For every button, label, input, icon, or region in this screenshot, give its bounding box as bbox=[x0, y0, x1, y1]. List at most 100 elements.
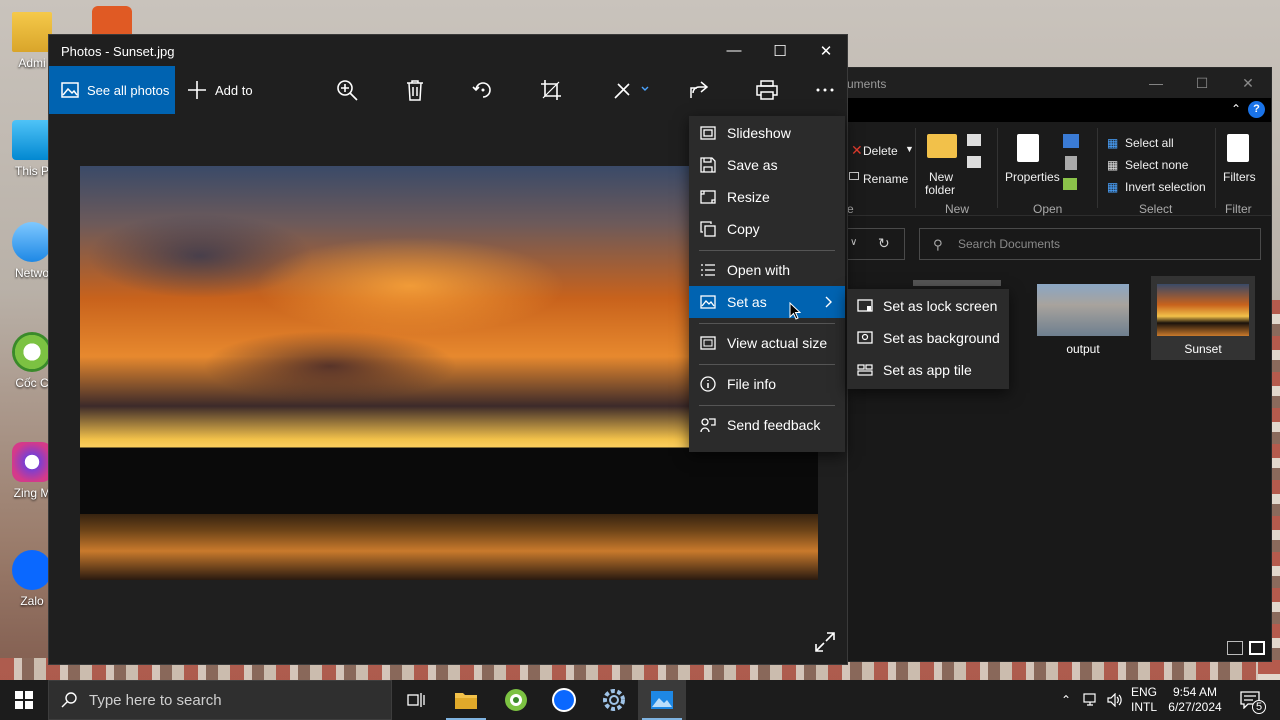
menu-item-view-actual-size[interactable]: View actual size bbox=[689, 327, 845, 359]
explorer-title: uments bbox=[847, 77, 887, 91]
select-none-button[interactable]: Select none bbox=[1125, 158, 1188, 172]
print-button[interactable] bbox=[753, 76, 781, 104]
zalo-icon bbox=[552, 688, 576, 712]
delete-button[interactable] bbox=[401, 76, 429, 104]
feedback-icon bbox=[700, 418, 716, 433]
menu-item-resize[interactable]: Resize bbox=[689, 181, 845, 213]
info-icon bbox=[700, 376, 716, 392]
taskbar-coc-coc[interactable] bbox=[492, 680, 540, 720]
edit-icon[interactable] bbox=[1065, 156, 1077, 170]
refresh-icon[interactable]: ↻ bbox=[878, 235, 890, 252]
submenu-item-lock-screen[interactable]: Set as lock screen bbox=[847, 290, 1009, 322]
select-all-button[interactable]: Select all bbox=[1125, 136, 1174, 150]
zoom-button[interactable] bbox=[333, 76, 361, 104]
see-all-photos-button[interactable]: See all photos bbox=[49, 66, 175, 114]
large-icons-view-icon[interactable] bbox=[1249, 641, 1265, 655]
input-language-button[interactable]: ENG INTL bbox=[1128, 680, 1160, 720]
menu-item-slideshow[interactable]: Slideshow bbox=[689, 117, 845, 149]
menu-item-send-feedback[interactable]: Send feedback bbox=[689, 409, 845, 441]
new-item-icon[interactable] bbox=[967, 134, 981, 146]
crop-button[interactable] bbox=[537, 76, 565, 104]
menu-item-label: Open with bbox=[727, 262, 791, 278]
taskbar: Type here to search ⌃ ENG INTL 9:54 AM 6… bbox=[0, 680, 1280, 720]
explorer-ribbon-tabs: ⌃ ? bbox=[821, 98, 1271, 122]
easy-access-icon[interactable] bbox=[967, 156, 981, 168]
filters-button[interactable]: Filters bbox=[1223, 170, 1256, 184]
add-to-button[interactable]: Add to bbox=[187, 66, 253, 114]
more-options-button[interactable] bbox=[811, 76, 839, 104]
group-filter-label: Filter bbox=[1225, 202, 1252, 216]
submenu-item-background[interactable]: Set as background bbox=[847, 322, 1009, 354]
menu-item-file-info[interactable]: File info bbox=[689, 368, 845, 400]
invert-selection-button[interactable]: Invert selection bbox=[1125, 180, 1206, 194]
new-folder-button-line1[interactable]: New bbox=[929, 170, 953, 184]
group-select-label: Select bbox=[1139, 202, 1173, 216]
menu-item-copy[interactable]: Copy bbox=[689, 213, 845, 245]
file-item[interactable]: output bbox=[1029, 284, 1137, 360]
properties-button[interactable]: Properties bbox=[1005, 170, 1060, 184]
save-icon bbox=[700, 157, 716, 173]
taskbar-photos[interactable] bbox=[638, 680, 686, 720]
coc-coc-icon bbox=[505, 689, 527, 711]
add-to-label: Add to bbox=[215, 82, 253, 98]
taskbar-zalo[interactable] bbox=[540, 680, 588, 720]
details-view-icon[interactable] bbox=[1227, 641, 1243, 655]
task-view-button[interactable] bbox=[392, 680, 440, 720]
delete-button[interactable]: Delete bbox=[863, 144, 898, 158]
show-hidden-icons-button[interactable]: ⌃ bbox=[1056, 680, 1076, 720]
minimize-button[interactable]: — bbox=[1133, 68, 1179, 98]
photos-titlebar[interactable]: Photos - Sunset.jpg — ☐ ✕ bbox=[49, 35, 847, 66]
select-none-icon: ▦ bbox=[1107, 158, 1119, 172]
minimize-button[interactable]: — bbox=[711, 35, 757, 66]
chevron-down-icon[interactable]: ▼ bbox=[905, 144, 914, 154]
start-button[interactable] bbox=[0, 680, 48, 720]
network-icon bbox=[12, 222, 52, 262]
submenu-item-app-tile[interactable]: Set as app tile bbox=[847, 354, 1009, 386]
file-thumbnail bbox=[1037, 284, 1129, 336]
taskbar-settings[interactable] bbox=[590, 680, 638, 720]
maximize-button[interactable]: ☐ bbox=[757, 35, 803, 66]
ribbon-separator bbox=[1097, 128, 1098, 208]
full-screen-icon[interactable] bbox=[813, 630, 837, 654]
search-icon: ⚲ bbox=[933, 237, 943, 252]
edit-button[interactable] bbox=[609, 76, 653, 104]
copy-icon bbox=[700, 221, 716, 237]
group-open-label: Open bbox=[1033, 202, 1063, 216]
rename-button[interactable]: Rename bbox=[863, 172, 908, 186]
collapse-ribbon-icon[interactable]: ⌃ bbox=[1231, 102, 1241, 116]
submenu-item-label: Set as lock screen bbox=[883, 298, 998, 314]
edit-create-icon bbox=[614, 83, 649, 99]
file-item-selected[interactable]: Sunset bbox=[1151, 276, 1255, 360]
taskbar-file-explorer[interactable] bbox=[442, 680, 490, 720]
address-bar[interactable]: ∨ ↻ bbox=[841, 228, 905, 260]
action-center-button[interactable]: 5 bbox=[1234, 680, 1267, 720]
app-shortcut-icon[interactable] bbox=[92, 6, 132, 34]
volume-tray-button[interactable] bbox=[1104, 680, 1126, 720]
see-all-photos-label: See all photos bbox=[87, 82, 170, 98]
menu-item-set-as[interactable]: Set as bbox=[689, 286, 845, 318]
taskbar-search-box[interactable]: Type here to search bbox=[48, 680, 392, 720]
close-button[interactable]: ✕ bbox=[803, 35, 849, 66]
clock-button[interactable]: 9:54 AM 6/27/2024 bbox=[1162, 680, 1228, 720]
share-button[interactable] bbox=[685, 76, 713, 104]
submenu-item-label: Set as background bbox=[883, 330, 1000, 346]
photos-app-icon bbox=[651, 691, 673, 709]
menu-item-save-as[interactable]: Save as bbox=[689, 149, 845, 181]
close-button[interactable]: ✕ bbox=[1225, 68, 1271, 98]
help-icon[interactable]: ? bbox=[1248, 101, 1265, 118]
file-thumbnail-partial[interactable] bbox=[913, 280, 1001, 286]
chevron-down-icon[interactable]: ∨ bbox=[850, 237, 857, 248]
open-icon[interactable] bbox=[1063, 134, 1079, 148]
search-icon bbox=[61, 692, 77, 708]
rotate-icon bbox=[472, 82, 491, 98]
invert-selection-icon: ▦ bbox=[1107, 180, 1119, 194]
menu-item-open-with[interactable]: Open with bbox=[689, 254, 845, 286]
history-icon[interactable] bbox=[1063, 178, 1077, 190]
chevron-up-icon: ⌃ bbox=[1060, 693, 1072, 707]
rotate-button[interactable] bbox=[469, 76, 497, 104]
network-tray-button[interactable] bbox=[1080, 680, 1102, 720]
new-folder-button-line2[interactable]: folder bbox=[925, 183, 955, 197]
maximize-button[interactable]: ☐ bbox=[1179, 68, 1225, 98]
explorer-titlebar[interactable]: uments — ☐ ✕ bbox=[821, 68, 1271, 98]
search-input[interactable]: Search Documents bbox=[919, 228, 1261, 260]
